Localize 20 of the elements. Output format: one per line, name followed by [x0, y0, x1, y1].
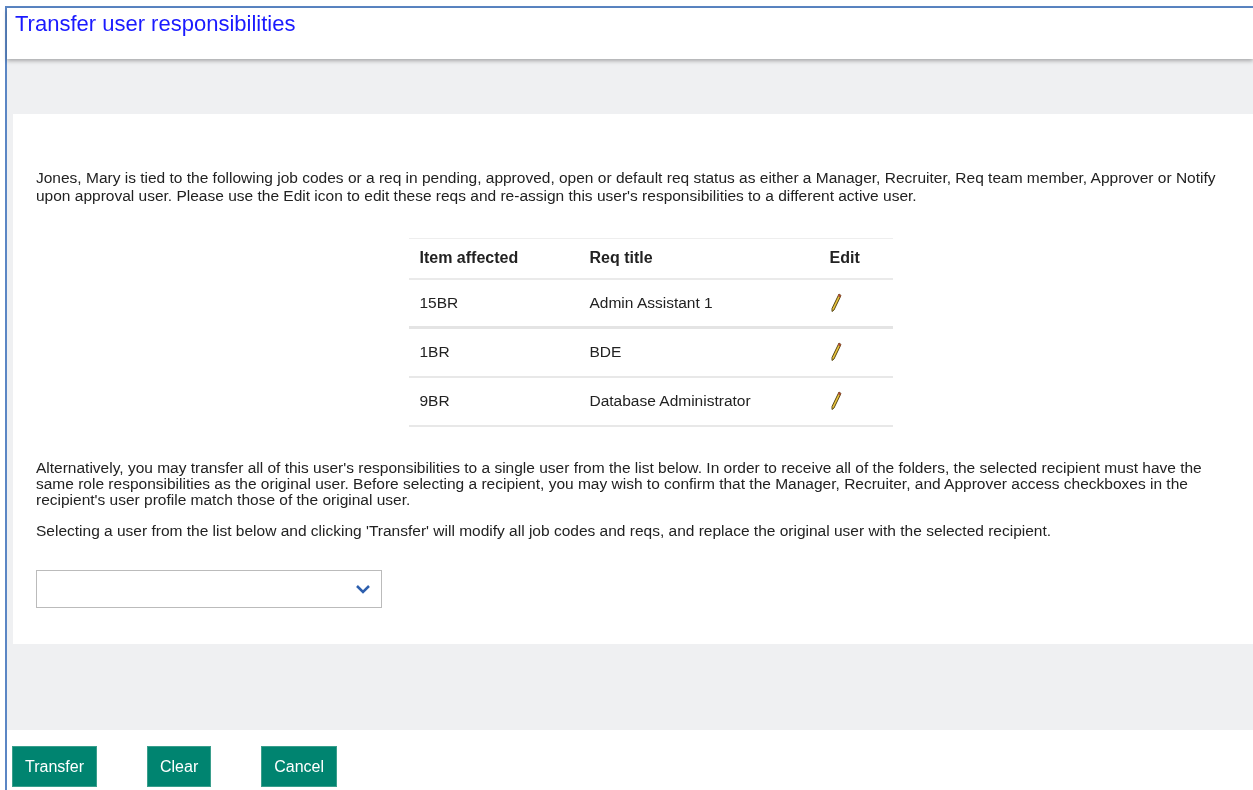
action-button[interactable]: Transfer — [12, 746, 97, 787]
action-button[interactable]: Cancel — [261, 746, 338, 787]
table-cell: 1BR — [419, 343, 450, 361]
alternative-text: Alternatively, you may transfer all of this user's responsibilities to a single user from the list below. In order to receive all of the folders, the selected recipient must have the same role responsibilities as the original user. Before selecting a recipient, you may wish to confirm that the Manager, Recruiter, and Approver access checkboxes in the recipient's user profile match those of the original user. — [36, 459, 1203, 508]
table-cell: Database Administrator — [589, 392, 751, 409]
column-header: Edit — [818, 238, 893, 279]
pencil-icon[interactable] — [829, 292, 842, 313]
table-cell: Admin Assistant 1 — [589, 293, 713, 311]
window-title: Transfer user responsibilities — [15, 10, 297, 38]
table-cell: 15BR — [419, 293, 459, 311]
instruction-text: Selecting a user from the list below and clicking 'Transfer' will modify all job codes and reqs, and replace the original user with the selected recipient. — [36, 521, 1053, 540]
column-header: Req title — [578, 238, 819, 279]
action-button[interactable]: Clear — [147, 746, 212, 787]
pencil-icon[interactable] — [829, 342, 842, 363]
pencil-icon[interactable] — [829, 391, 842, 411]
chevron-down-icon — [355, 583, 371, 594]
column-header: Item affected — [408, 238, 579, 279]
table-cell: BDE — [589, 343, 622, 361]
table-cell: 9BR — [419, 392, 450, 409]
intro-text: Jones, Mary is tied to the following job codes or a req in pending, approved, open or default req status as either a Manager, Recruiter, Req team member, Approver or Notify upon approval user. Please use the Edit icon to edit these reqs and re-assign this user's responsibilities to a different active user. — [36, 169, 1217, 205]
